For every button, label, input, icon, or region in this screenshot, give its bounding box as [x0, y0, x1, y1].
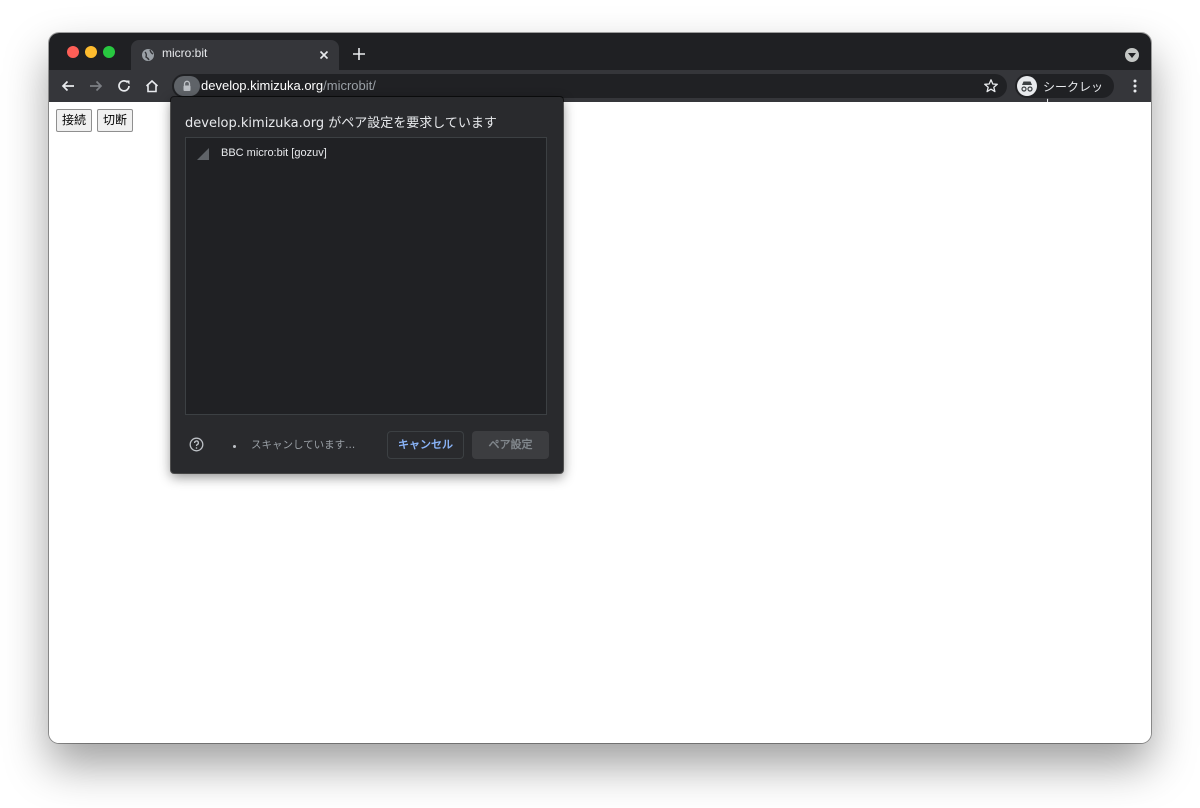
close-window-button[interactable] — [67, 46, 79, 58]
url-text: develop.kimizuka.org/microbit/ — [201, 78, 376, 93]
home-icon[interactable] — [144, 78, 160, 94]
browser-window: micro:bit develop.kimizuka.org/microbit/… — [49, 33, 1151, 743]
connect-button[interactable]: 接続 — [56, 109, 93, 132]
tab-search-icon[interactable] — [1125, 48, 1139, 62]
close-icon[interactable] — [317, 48, 331, 62]
scan-status: スキャンしています... — [251, 439, 356, 451]
title-bar: micro:bit — [49, 33, 1151, 70]
zoom-window-button[interactable] — [103, 46, 115, 58]
globe-icon — [142, 49, 154, 61]
tab-title: micro:bit — [162, 46, 208, 60]
device-name: BBC micro:bit [gozuv] — [221, 147, 327, 159]
forward-icon[interactable] — [88, 78, 104, 94]
site-info-button[interactable] — [174, 76, 200, 96]
more-icon[interactable] — [1133, 78, 1137, 94]
device-item[interactable]: BBC micro:bit [gozuv] — [186, 144, 546, 164]
incognito-profile-button[interactable]: シークレット — [1015, 74, 1114, 111]
star-icon[interactable] — [983, 78, 999, 94]
address-bar[interactable]: develop.kimizuka.org/microbit/ — [172, 74, 1007, 98]
reload-icon[interactable] — [116, 78, 132, 94]
pair-button[interactable]: ペア設定 — [472, 431, 549, 459]
bluetooth-pairing-dialog: develop.kimizuka.org がペア設定を要求しています BBC m… — [171, 97, 563, 473]
plus-icon[interactable] — [351, 46, 367, 62]
help-icon[interactable] — [189, 437, 204, 452]
browser-tab[interactable]: micro:bit — [131, 40, 339, 70]
cancel-button[interactable]: キャンセル — [387, 431, 464, 459]
dialog-title: develop.kimizuka.org がペア設定を要求しています — [185, 116, 497, 131]
url-path: /microbit/ — [323, 78, 376, 93]
signal-icon — [197, 148, 209, 160]
spinner-icon — [233, 445, 236, 448]
url-host: develop.kimizuka.org — [201, 78, 324, 93]
disconnect-button[interactable]: 切断 — [97, 109, 134, 132]
back-icon[interactable] — [60, 78, 76, 94]
device-list: BBC micro:bit [gozuv] — [185, 137, 547, 415]
incognito-icon — [1017, 76, 1037, 96]
minimize-window-button[interactable] — [85, 46, 97, 58]
lock-icon — [183, 80, 191, 91]
